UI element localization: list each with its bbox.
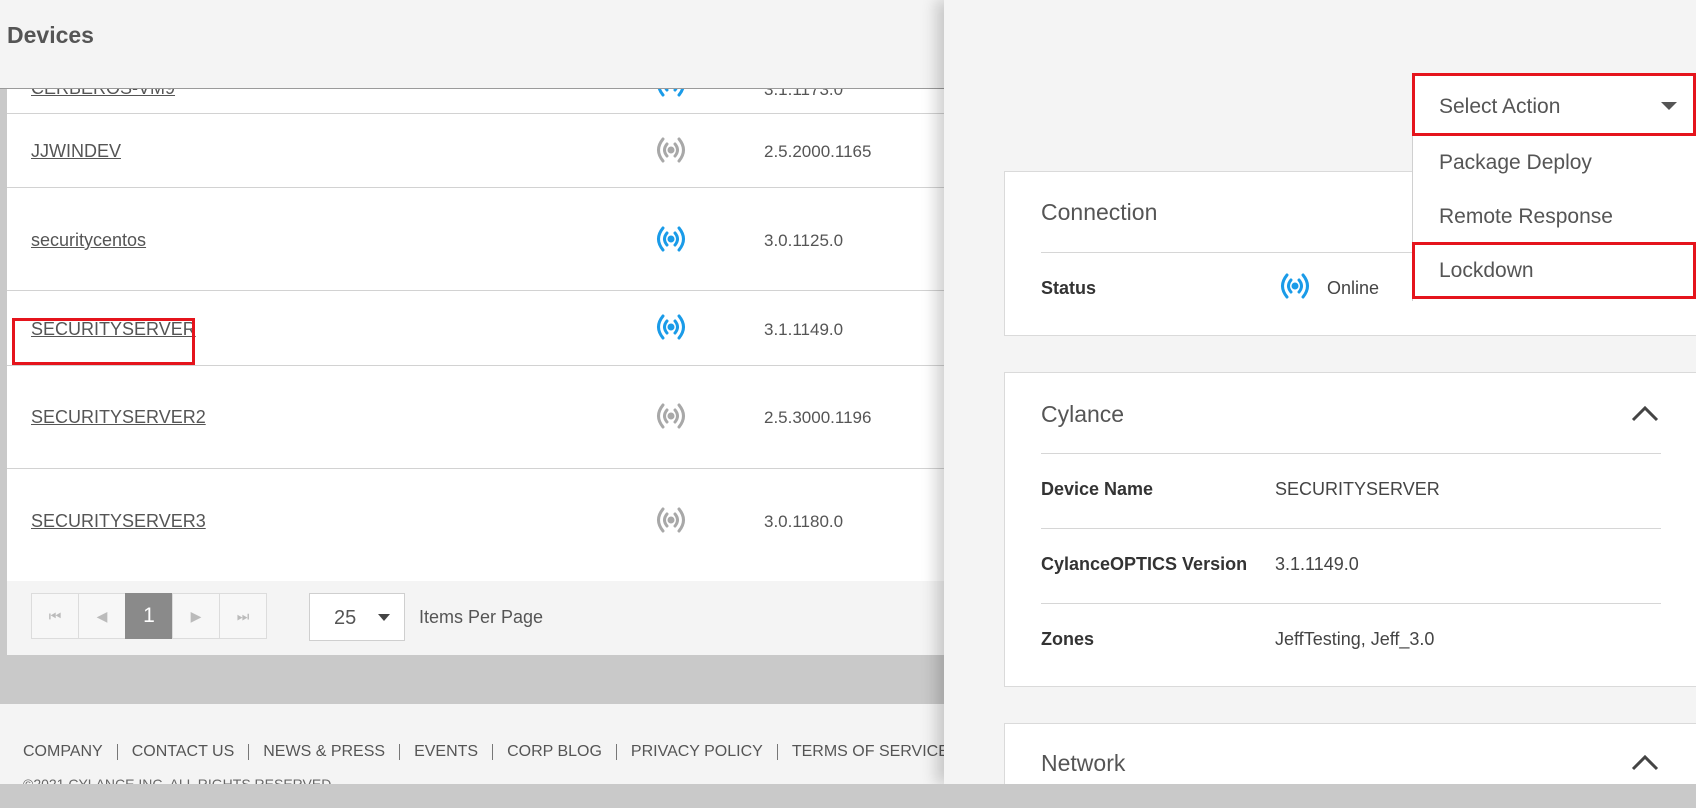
page-title: Devices [7,22,94,48]
first-page-icon: ⏮ [48,607,62,624]
chevron-up-icon[interactable] [1631,403,1659,423]
online-signal-icon [651,89,693,100]
zones-label: Zones [1041,629,1095,649]
table-row: securitycentos 3.0.1125.0 [7,188,944,291]
cylance-card: Cylance Device Name SECURITYSERVER Cylan… [1004,372,1696,687]
zones-value: JeffTesting, Jeff_3.0 [1275,629,1435,649]
device-version: 2.5.3000.1196 [764,408,872,427]
device-version: 3.1.1149.0 [764,320,844,339]
device-version: 3.0.1180.0 [764,512,844,531]
device-name-link[interactable]: JJWINDEV [31,141,121,162]
selected-device-highlight [12,318,195,365]
device-name-link[interactable]: CERBEROS-VM9 [31,89,175,99]
pager: ⏮ ◀ 1 ▶ ⏭ [31,593,267,641]
device-name-link[interactable]: SECURITYSERVER3 [31,511,206,532]
footer-link-events[interactable]: EVENTS [400,744,494,760]
menu-item-remote-response[interactable]: Remote Response [1439,205,1613,229]
device-name-label: Device Name [1041,479,1154,499]
footer-link-corp-blog[interactable]: CORP BLOG [493,744,617,760]
online-signal-icon [651,223,693,255]
network-title: Network [1041,750,1126,776]
device-version: 3.0.1125.0 [764,231,844,250]
table-row: CERBEROS-VM9 3.1.1173.0 [7,89,944,114]
footer-links: COMPANY CONTACT US NEWS & PRESS EVENTS C… [23,744,975,760]
device-version: 3.1.1173.0 [764,89,844,99]
prev-page-icon: ◀ [96,607,108,624]
device-name-value: SECURITYSERVER [1275,479,1440,499]
next-page-button[interactable]: ▶ [172,593,220,639]
footer-link-company[interactable]: COMPANY [23,744,118,760]
last-page-icon: ⏭ [236,607,250,624]
status-value: Online [1327,278,1380,298]
connection-title: Connection [1041,199,1158,225]
devices-page: Devices CERBEROS-VM9 3.1.1173.0 JJWINDEV… [0,0,975,808]
prev-page-button[interactable]: ◀ [78,593,126,639]
caret-down-icon [378,614,390,621]
footer-link-news-press[interactable]: NEWS & PRESS [249,744,401,760]
offline-signal-icon [651,400,693,432]
pagination-bar: ⏮ ◀ 1 ▶ ⏭ 25 Items Per Page [7,581,944,655]
items-per-page-value: 25 [334,607,357,629]
device-name-link[interactable]: SECURITYSERVER2 [31,407,206,428]
chevron-up-icon[interactable] [1631,752,1659,772]
offline-signal-icon [651,504,693,536]
table-row: SECURITYSERVER3 3.0.1180.0 [7,469,944,572]
footer-link-contact-us[interactable]: CONTACT US [118,744,250,760]
table-row: SECURITYSERVER2 2.5.3000.1196 [7,366,944,469]
lockdown-highlight [1412,242,1696,299]
last-page-button[interactable]: ⏭ [219,593,267,639]
optics-version-label: CylanceOPTICS Version [1041,554,1248,574]
page-1-button[interactable]: 1 [125,593,173,639]
devices-table: CERBEROS-VM9 3.1.1173.0 JJWINDEV 2.5.200… [7,89,944,581]
items-per-page-select[interactable]: 25 [309,593,405,641]
device-name-link[interactable]: securitycentos [31,230,146,251]
next-page-icon: ▶ [190,607,202,624]
select-action-highlight [1412,73,1696,136]
online-signal-icon [1275,270,1315,302]
cylance-title: Cylance [1041,401,1125,427]
page-header: Devices [0,0,944,89]
offline-signal-icon [651,134,693,166]
table-row: JJWINDEV 2.5.2000.1165 [7,114,944,188]
optics-version-value: 3.1.1149.0 [1275,554,1359,574]
status-label: Status [1041,278,1097,298]
divider [1041,453,1661,454]
online-signal-icon [651,311,693,343]
divider [1041,528,1661,529]
footer-link-privacy-policy[interactable]: PRIVACY POLICY [617,744,778,760]
device-version: 2.5.2000.1165 [764,142,872,161]
bottom-bar [0,784,1696,808]
first-page-button[interactable]: ⏮ [31,593,79,639]
divider [1041,603,1661,604]
network-card: Network [1004,723,1696,784]
menu-item-package-deploy[interactable]: Package Deploy [1439,151,1592,175]
items-per-page-label: Items Per Page [419,607,544,627]
